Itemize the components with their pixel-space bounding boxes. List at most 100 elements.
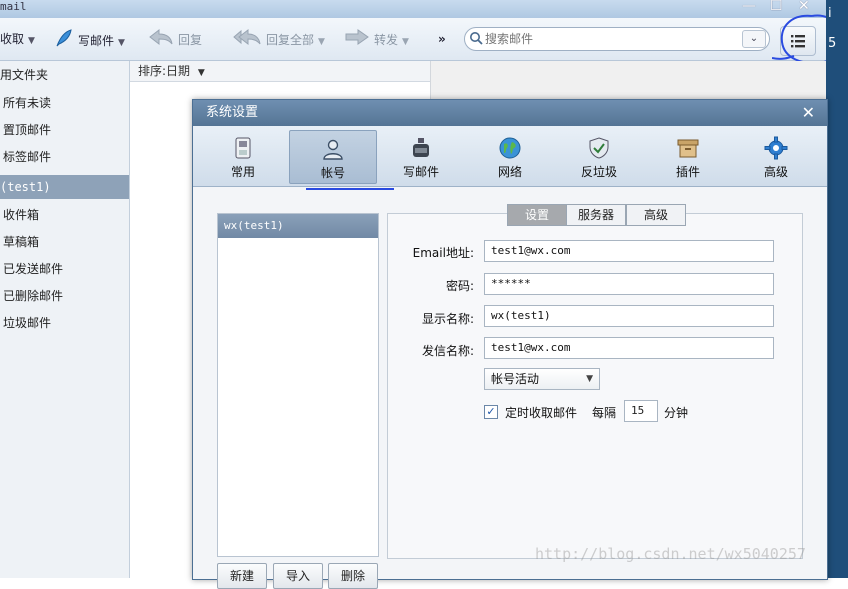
tab-label: 常用 [230, 165, 255, 179]
search-icon [469, 31, 483, 48]
subtab-server[interactable]: 服务器 [566, 204, 626, 226]
subtab-advanced[interactable]: 高级 [626, 204, 686, 226]
email-label: Email地址: [412, 246, 474, 260]
dialog-title: 系统设置 [206, 105, 259, 120]
tab-advanced[interactable]: 高级 [733, 130, 819, 182]
dialog-titlebar: 系统设置 ✕ [193, 100, 827, 126]
tab-plugins[interactable]: 插件 [645, 130, 731, 182]
sidebar-item-junk[interactable]: 垃圾邮件 [3, 311, 132, 335]
chevron-down-icon[interactable]: ▼ [318, 37, 325, 47]
compose-button[interactable]: 写邮件 ▼ [54, 28, 125, 50]
globe-icon [499, 137, 521, 159]
folder-sidebar: 用文件夹 所有未读 置顶邮件 标签邮件 (test1) 收件箱 草稿箱 已发送邮… [0, 61, 130, 578]
person-icon [323, 139, 343, 160]
reply-button[interactable]: 回复 [148, 28, 202, 50]
watermark: http://blog.csdn.net/wx5040257 [535, 545, 806, 563]
window-title: mail [0, 0, 27, 13]
feather-icon [54, 28, 74, 55]
delete-account-button[interactable]: 删除 [328, 563, 378, 589]
every-label: 每隔 [592, 406, 617, 420]
chevron-down-icon[interactable]: ▼ [402, 37, 409, 47]
sidebar-item-deleted[interactable]: 已删除邮件 [3, 284, 132, 308]
edge-char: i [828, 6, 832, 21]
maximize-button[interactable]: ☐ [770, 0, 783, 14]
hand-drawn-underline-annotation [306, 188, 394, 190]
timer-checkbox-label: 定时收取邮件 [505, 406, 578, 420]
tab-label: 高级 [763, 165, 788, 179]
chevron-down-icon[interactable]: ▼ [118, 38, 125, 48]
edge-char: 5 [828, 36, 837, 51]
tab-label: 反垃圾 [580, 165, 617, 179]
settings-tabbar: 常用 帐号 写邮件 网络 反垃圾 插件 高级 [193, 126, 827, 187]
subtab-settings[interactable]: 设置 [507, 204, 567, 226]
phone-icon [235, 137, 251, 159]
menu-button[interactable] [780, 26, 816, 56]
tab-label: 网络 [497, 165, 522, 179]
interval-input[interactable]: 15 [624, 400, 658, 422]
sidebar-item-tagged[interactable]: 标签邮件 [3, 145, 132, 169]
ink-bottle-icon [413, 138, 429, 157]
sender-name-field[interactable]: test1@wx.com [484, 337, 774, 359]
display-name-field[interactable]: wx(test1) [484, 305, 774, 327]
reply-label: 回复 [178, 33, 203, 47]
sort-bar[interactable]: 排序:日期 ▼ [130, 61, 430, 82]
shield-icon [589, 137, 609, 159]
gear-icon [764, 136, 788, 160]
close-button[interactable]: ✕ [798, 0, 810, 14]
receive-label: 收取 [0, 32, 25, 46]
forward-arrow-icon [344, 28, 370, 53]
email-field[interactable]: test1@wx.com [484, 240, 774, 262]
tab-label: 插件 [675, 165, 700, 179]
list-menu-icon [781, 35, 815, 58]
tab-label: 帐号 [320, 166, 345, 180]
chevron-down-icon: ▼ [586, 374, 593, 384]
tab-label: 写邮件 [402, 165, 439, 179]
account-list[interactable]: wx(test1) [217, 213, 379, 557]
sidebar-item-account[interactable]: (test1) [0, 175, 129, 199]
import-account-button[interactable]: 导入 [273, 563, 323, 589]
timer-checkbox[interactable]: ✓ [484, 405, 498, 419]
minute-label: 分钟 [664, 406, 689, 420]
desktop-edge: i 5 [826, 0, 848, 578]
new-account-button[interactable]: 新建 [217, 563, 267, 589]
tab-network[interactable]: 网络 [467, 130, 553, 182]
main-toolbar: 收取▼ 写邮件▼ 回复 回复全部▼ 转发▼ » ⌄ [0, 18, 826, 61]
forward-button[interactable]: 转发 ▼ [344, 28, 409, 50]
search-input[interactable] [485, 30, 735, 47]
reply-all-arrow-icon [232, 28, 262, 53]
sidebar-item-sent[interactable]: 已发送邮件 [3, 257, 132, 281]
sidebar-item-common-folders[interactable]: 用文件夹 [0, 63, 129, 87]
window-titlebar: mail — ☐ ✕ [0, 0, 826, 18]
tab-account[interactable]: 帐号 [289, 130, 377, 184]
chevron-down-icon[interactable]: ▼ [28, 36, 35, 46]
forward-label: 转发 [374, 33, 399, 47]
reply-all-label: 回复全部 [266, 33, 315, 47]
receive-button[interactable]: 收取 ▼ [0, 28, 35, 50]
sidebar-item-pinned[interactable]: 置顶邮件 [3, 118, 132, 142]
sender-name-label: 发信名称: [421, 344, 474, 358]
dialog-close-button[interactable]: ✕ [802, 100, 815, 126]
account-status-select[interactable]: 帐号活动 ▼ [484, 368, 600, 390]
sort-label: 排序:日期 [138, 64, 191, 78]
compose-label: 写邮件 [78, 34, 115, 48]
more-button[interactable]: » [438, 28, 446, 50]
settings-dialog: 系统设置 ✕ 常用 帐号 写邮件 网络 反垃圾 插件 高级 wx(test1) … [192, 99, 828, 589]
sidebar-item-inbox[interactable]: 收件箱 [3, 203, 132, 227]
tab-antispam[interactable]: 反垃圾 [556, 130, 642, 182]
sidebar-item-drafts[interactable]: 草稿箱 [3, 230, 132, 254]
account-item[interactable]: wx(test1) [218, 214, 378, 238]
search-options-chevron-icon[interactable]: ⌄ [742, 30, 766, 48]
box-icon [677, 139, 699, 158]
password-field[interactable]: ****** [484, 273, 774, 295]
account-status-value: 帐号活动 [491, 372, 540, 386]
reply-all-button[interactable]: 回复全部 ▼ [232, 28, 325, 50]
chevron-down-icon[interactable]: ▼ [198, 68, 205, 78]
minimize-button[interactable]: — [742, 0, 756, 14]
display-name-label: 显示名称: [421, 312, 474, 326]
sidebar-item-all-unread[interactable]: 所有未读 [3, 91, 132, 115]
search-box[interactable]: ⌄ [464, 27, 770, 51]
tab-general[interactable]: 常用 [200, 130, 286, 182]
password-label: 密码: [445, 279, 474, 293]
reply-arrow-icon [148, 28, 174, 53]
tab-compose[interactable]: 写邮件 [378, 130, 464, 182]
